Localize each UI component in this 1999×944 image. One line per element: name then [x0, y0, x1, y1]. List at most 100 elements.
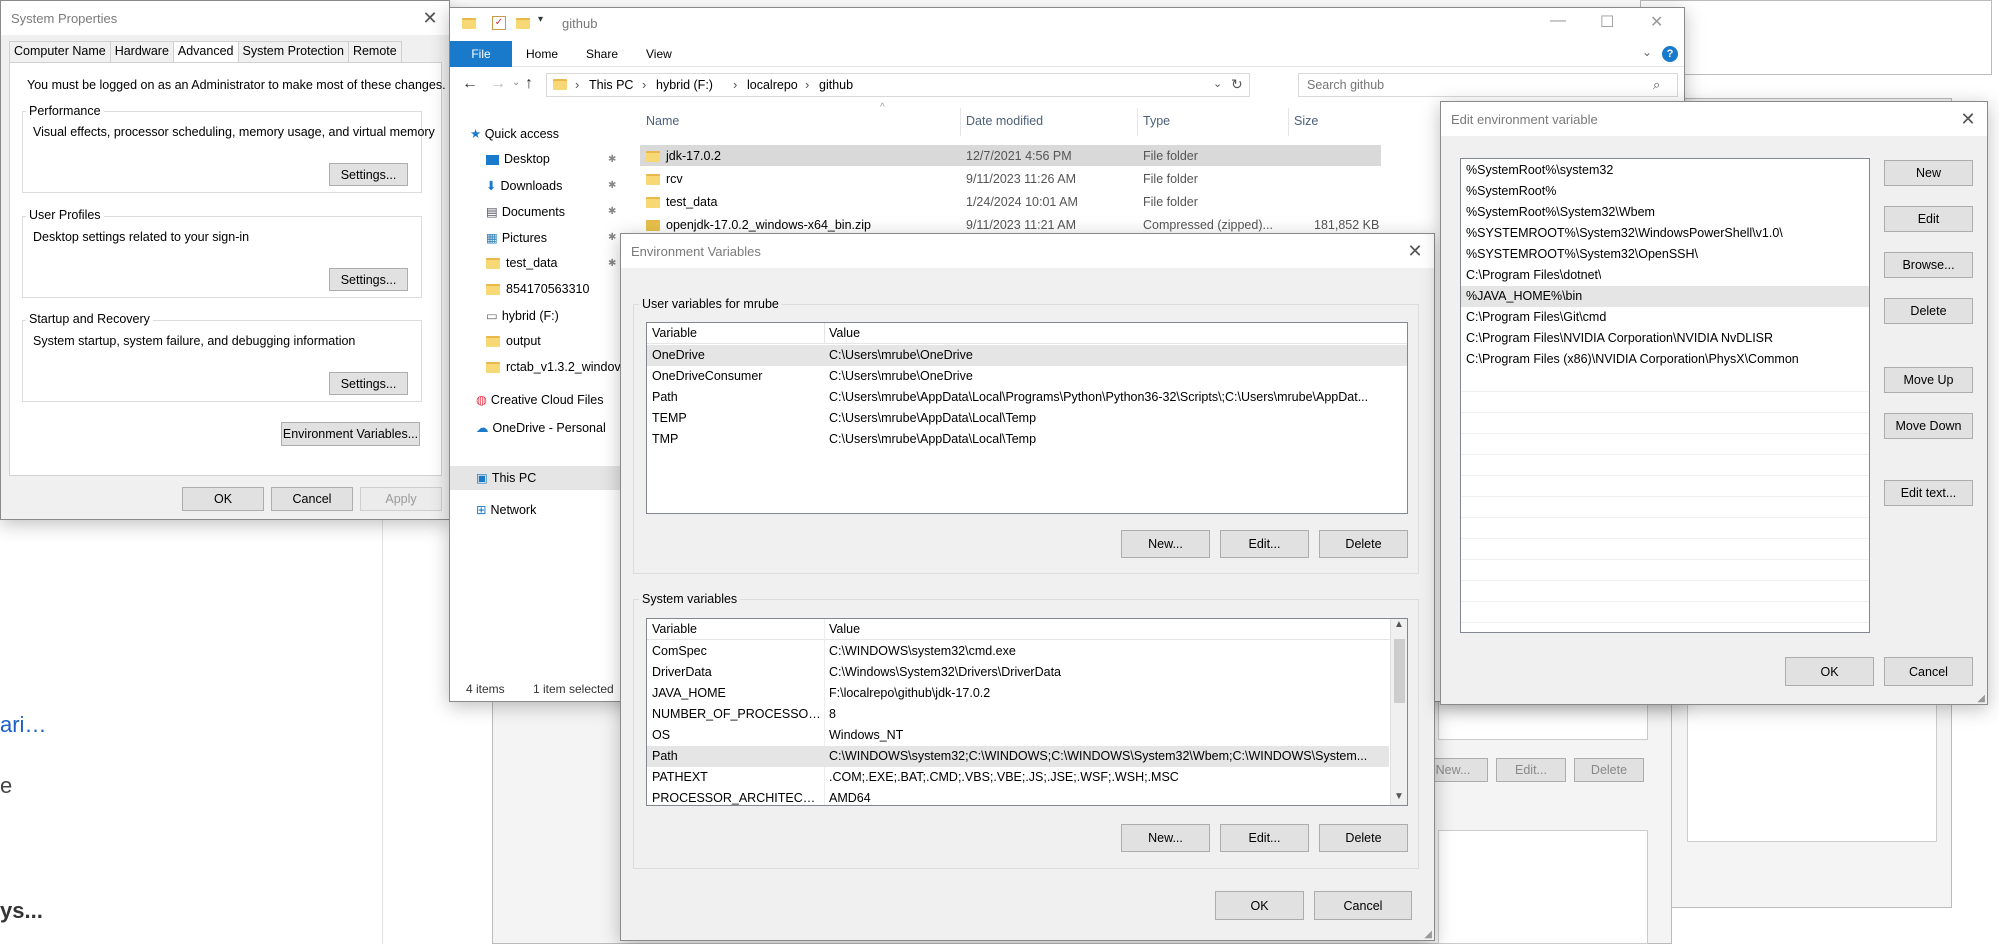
browse-button[interactable]: Browse... — [1884, 252, 1973, 278]
table-row[interactable]: ComSpec C:\WINDOWS\system32\cmd.exe — [647, 641, 1389, 662]
system-new-button[interactable]: New... — [1121, 824, 1210, 852]
column-divider[interactable] — [1288, 108, 1289, 136]
address-chevron-icon[interactable]: › — [575, 77, 579, 92]
edit-text-button[interactable]: Edit text... — [1884, 480, 1973, 506]
file-row[interactable]: jdk-17.0.2 12/7/2021 4:56 PM File folder — [640, 145, 1381, 166]
list-item[interactable]: %SYSTEMROOT%\System32\OpenSSH\ — [1461, 244, 1869, 265]
table-row[interactable]: PATHEXT .COM;.EXE;.BAT;.CMD;.VBS;.VBE;.JS… — [647, 767, 1389, 788]
system-edit-button[interactable]: Edit... — [1220, 824, 1309, 852]
table-row[interactable]: JAVA_HOME F:\localrepo\github\jdk-17.0.2 — [647, 683, 1389, 704]
help-icon[interactable]: ? — [1662, 46, 1678, 62]
nav-test-data[interactable]: test_data — [486, 256, 557, 270]
close-icon[interactable]: ✕ — [1650, 12, 1663, 32]
expand-ribbon-icon[interactable]: ⌄ — [1642, 45, 1652, 59]
nav-rctab[interactable]: rctab_v1.3.2_windov — [486, 360, 621, 374]
close-icon[interactable]: ✕ — [1957, 108, 1979, 130]
user-new-button[interactable]: New... — [1121, 530, 1210, 558]
close-icon[interactable]: ✕ — [419, 7, 441, 29]
search-icon[interactable]: ⌕ — [1653, 77, 1660, 93]
column-divider[interactable] — [960, 108, 961, 136]
edit-environment-variable-titlebar[interactable]: Edit environment variable — [1441, 102, 1987, 136]
close-icon[interactable]: ✕ — [1404, 240, 1426, 262]
table-row[interactable]: TMP C:\Users\mrube\AppData\Local\Temp — [647, 429, 1407, 450]
ok-button[interactable]: OK — [1215, 891, 1304, 920]
value-column-header[interactable]: Value — [829, 619, 860, 640]
nav-network[interactable]: ⊞ Network — [476, 502, 536, 517]
column-header-type[interactable]: Type — [1143, 114, 1170, 128]
ribbon-tab-view[interactable]: View — [646, 47, 672, 61]
delete-button[interactable]: Delete — [1884, 298, 1973, 324]
back-icon[interactable]: ← — [462, 75, 478, 93]
scroll-down-icon[interactable]: ▼ — [1394, 791, 1404, 802]
list-item[interactable]: %SystemRoot%\system32 — [1461, 160, 1869, 181]
move-up-button[interactable]: Move Up — [1884, 367, 1973, 393]
user-profiles-settings-button[interactable]: Settings... — [329, 268, 408, 291]
table-row[interactable]: Path C:\Users\mrube\AppData\Local\Program… — [647, 387, 1407, 408]
tab-advanced[interactable]: Advanced — [173, 41, 239, 63]
table-row[interactable]: OneDriveConsumer C:\Users\mrube\OneDrive — [647, 366, 1407, 387]
new-folder-icon[interactable] — [516, 18, 530, 29]
nav-desktop[interactable]: Desktop — [486, 152, 550, 166]
address-dropdown-icon[interactable]: ⌄ — [1213, 77, 1222, 90]
list-item[interactable]: %SystemRoot% — [1461, 181, 1869, 202]
variable-column-header[interactable]: Variable — [652, 619, 697, 640]
startup-recovery-settings-button[interactable]: Settings... — [329, 372, 408, 395]
forward-icon[interactable]: → — [490, 75, 506, 93]
nav-hybrid[interactable]: ▭ hybrid (F:) — [486, 308, 559, 323]
value-column-header[interactable]: Value — [829, 323, 860, 344]
table-row[interactable]: OS Windows_NT — [647, 725, 1389, 746]
nav-documents[interactable]: ▤ Documents — [486, 204, 565, 219]
breadcrumb-separator-icon[interactable]: › — [642, 77, 646, 92]
nav-854170563310[interactable]: 854170563310 — [486, 282, 589, 296]
nav-onedrive[interactable]: ☁ OneDrive - Personal — [476, 420, 606, 435]
resize-grip-icon[interactable]: ◢ — [1977, 693, 1985, 704]
recent-locations-icon[interactable]: ⌄ — [512, 77, 520, 88]
nav-output[interactable]: output — [486, 334, 541, 348]
apply-button[interactable]: Apply — [360, 487, 442, 511]
table-row[interactable]: OneDrive C:\Users\mrube\OneDrive — [647, 345, 1407, 366]
new-button[interactable]: New — [1884, 160, 1973, 186]
column-divider[interactable] — [824, 323, 825, 344]
edit-button[interactable]: Edit — [1884, 206, 1973, 232]
address-bar[interactable]: › This PC › hybrid (F:) › localrepo › gi… — [546, 73, 1250, 97]
tab-system-protection[interactable]: System Protection — [238, 41, 349, 63]
search-box[interactable]: ⌕ — [1298, 73, 1678, 97]
breadcrumb-localrepo[interactable]: localrepo — [747, 78, 798, 92]
cancel-button[interactable]: Cancel — [1314, 891, 1412, 920]
table-row[interactable]: TEMP C:\Users\mrube\AppData\Local\Temp — [647, 408, 1407, 429]
environment-variables-titlebar[interactable]: Environment Variables — [621, 234, 1434, 268]
nav-quick-access[interactable]: ★ Quick access — [470, 126, 559, 141]
file-row[interactable]: rcv 9/11/2023 11:26 AM File folder — [640, 168, 1381, 189]
search-input[interactable] — [1305, 77, 1645, 93]
table-row[interactable]: DriverData C:\Windows\System32\Drivers\Dr… — [647, 662, 1389, 683]
breadcrumb-github[interactable]: github — [819, 78, 853, 92]
list-item[interactable]: C:\Program Files\dotnet\ — [1461, 265, 1869, 286]
move-down-button[interactable]: Move Down — [1884, 413, 1973, 439]
ribbon-tab-file[interactable]: File — [450, 41, 512, 67]
system-delete-button[interactable]: Delete — [1319, 824, 1408, 852]
list-item[interactable]: C:\Program Files\Git\cmd — [1461, 307, 1869, 328]
column-header-date[interactable]: Date modified — [966, 114, 1043, 128]
quick-access-toolbar-icon[interactable]: ✓ — [492, 16, 506, 30]
nav-creative-cloud[interactable]: ◍ Creative Cloud Files — [476, 392, 603, 407]
ok-button[interactable]: OK — [1785, 657, 1874, 686]
nav-downloads[interactable]: ⬇ Downloads — [486, 178, 562, 193]
cancel-button[interactable]: Cancel — [271, 487, 353, 511]
path-entries-list[interactable]: %SystemRoot%\system32 %SystemRoot% %Syst… — [1460, 158, 1870, 633]
column-divider[interactable] — [1137, 108, 1138, 136]
ribbon-tab-share[interactable]: Share — [586, 47, 618, 61]
list-item[interactable]: C:\Program Files (x86)\NVIDIA Corporatio… — [1461, 349, 1869, 370]
chevron-down-icon[interactable]: ▾ — [538, 14, 543, 25]
table-row[interactable]: PROCESSOR_ARCHITECTURE AMD64 — [647, 788, 1389, 805]
table-row[interactable]: Path C:\WINDOWS\system32;C:\WINDOWS;C:\WI… — [647, 746, 1389, 767]
cancel-button[interactable]: Cancel — [1884, 657, 1973, 686]
refresh-icon[interactable]: ↻ — [1231, 76, 1243, 93]
variable-column-header[interactable]: Variable — [652, 323, 697, 344]
table-row[interactable]: NUMBER_OF_PROCESSORS 8 — [647, 704, 1389, 725]
column-header-name[interactable]: Name — [646, 114, 679, 128]
explorer-titlebar[interactable]: ✓ ▾ github — ☐ ✕ — [450, 8, 1684, 40]
ok-button[interactable]: OK — [182, 487, 264, 511]
user-delete-button[interactable]: Delete — [1319, 530, 1408, 558]
performance-settings-button[interactable]: Settings... — [329, 163, 408, 186]
ribbon-tab-home[interactable]: Home — [526, 47, 558, 61]
